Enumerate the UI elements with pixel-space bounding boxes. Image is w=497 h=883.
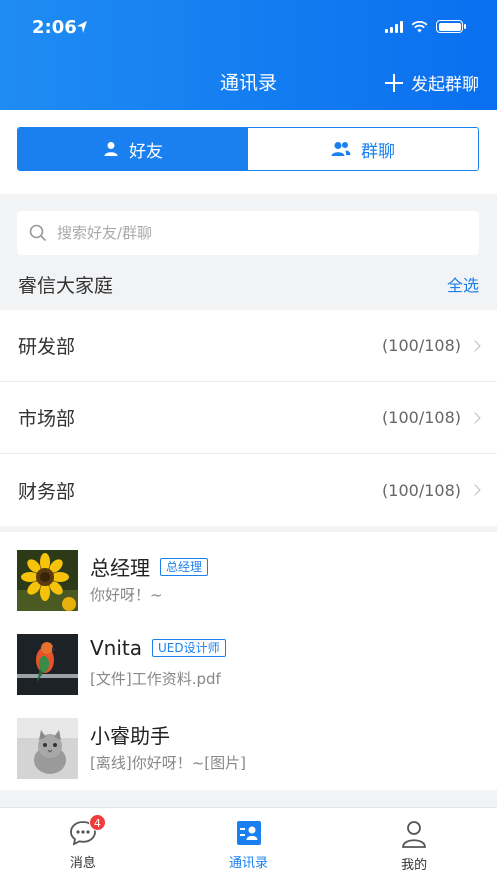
segment-container: 好友 群聊 — [0, 110, 497, 194]
app-header: 2:06 通讯录 发起群聊 — [0, 0, 497, 110]
tab-groups-label: 群聊 — [361, 141, 395, 162]
contact-last-message: [离线]你好呀！~[图片] — [90, 754, 246, 772]
role-tag: UED设计师 — [152, 639, 226, 657]
contact-row[interactable]: 总经理 总经理 你好呀！~ — [0, 532, 497, 616]
cellular-signal-icon — [385, 20, 403, 33]
contact-row[interactable]: Vnita UED设计师 [文件]工作资料.pdf — [0, 616, 497, 700]
department-count: (100/108) — [382, 408, 461, 427]
wifi-icon — [411, 20, 428, 32]
tab-friends[interactable]: 好友 — [18, 128, 248, 170]
department-name: 市场部 — [18, 408, 76, 430]
search-bar — [17, 211, 479, 255]
department-row[interactable]: 市场部 (100/108) — [0, 382, 497, 454]
department-meta: (100/108) — [382, 336, 481, 355]
search-icon — [29, 224, 47, 242]
battery-icon — [436, 20, 466, 33]
profile-icon — [402, 821, 427, 848]
department-list: 研发部 (100/108) 市场部 (100/108) 财务部 (100/108… — [0, 310, 497, 526]
tab-friends-label: 好友 — [129, 141, 163, 162]
search-input[interactable] — [57, 224, 437, 242]
status-bar: 2:06 — [0, 0, 497, 56]
contact-last-message: 你好呀！~ — [90, 586, 163, 604]
tab-contacts[interactable]: 通讯录 — [166, 808, 332, 883]
contact-name: 总经理 — [90, 556, 150, 580]
start-group-chat-label: 发起群聊 — [411, 75, 479, 95]
contact-list: 总经理 总经理 你好呀！~ Vnita UED设计师 [文件]工作资料.pdf — [0, 532, 497, 790]
chevron-right-icon — [469, 484, 481, 496]
start-group-chat-button[interactable]: 发起群聊 — [385, 70, 479, 95]
people-icon — [331, 142, 351, 156]
status-time: 2:06 — [32, 17, 77, 38]
department-count: (100/108) — [382, 336, 461, 355]
status-icons — [385, 20, 466, 33]
tab-contacts-label: 通讯录 — [229, 856, 269, 871]
tab-messages-label: 消息 — [69, 856, 96, 871]
department-count: (100/108) — [382, 480, 461, 500]
contact-name-row: Vnita UED设计师 — [90, 636, 226, 660]
plus-icon — [385, 73, 403, 92]
contact-name-row: 小睿助手 — [90, 720, 170, 749]
segment-control: 好友 群聊 — [17, 127, 479, 171]
location-arrow-icon — [77, 21, 87, 33]
parrot-avatar — [17, 634, 78, 695]
tab-mine-label: 我的 — [401, 858, 428, 873]
department-meta: (100/108) — [382, 480, 481, 500]
department-name: 财务部 — [18, 480, 76, 503]
contact-name: Vnita — [90, 636, 143, 660]
kitten-avatar — [17, 718, 78, 779]
contact-name-row: 总经理 总经理 — [90, 552, 209, 581]
chevron-right-icon — [469, 339, 481, 352]
group-title: 睿信大家庭 — [18, 274, 114, 297]
bottom-tab-bar: 4 消息 通讯录 我的 — [0, 807, 497, 883]
contacts-book-icon — [236, 821, 261, 845]
department-row[interactable]: 研发部 (100/108) — [0, 310, 497, 382]
contact-name: 小睿助手 — [90, 724, 170, 748]
tab-messages[interactable]: 4 消息 — [0, 808, 166, 883]
group-header: 睿信大家庭 全选 — [0, 258, 497, 310]
department-name: 研发部 — [18, 336, 76, 358]
tab-groups[interactable]: 群聊 — [248, 128, 478, 170]
messages-badge: 4 — [88, 814, 106, 831]
sunflower-avatar — [17, 550, 78, 611]
contact-last-message: [文件]工作资料.pdf — [90, 670, 221, 688]
department-meta: (100/108) — [382, 408, 481, 427]
person-icon — [104, 142, 118, 156]
role-tag: 总经理 — [160, 557, 209, 576]
tab-mine[interactable]: 我的 — [331, 808, 497, 883]
chevron-right-icon — [469, 411, 481, 424]
select-all-link[interactable]: 全选 — [447, 272, 479, 296]
department-row[interactable]: 财务部 (100/108) — [0, 454, 497, 526]
contact-row[interactable]: 小睿助手 [离线]你好呀！~[图片] — [0, 700, 497, 784]
